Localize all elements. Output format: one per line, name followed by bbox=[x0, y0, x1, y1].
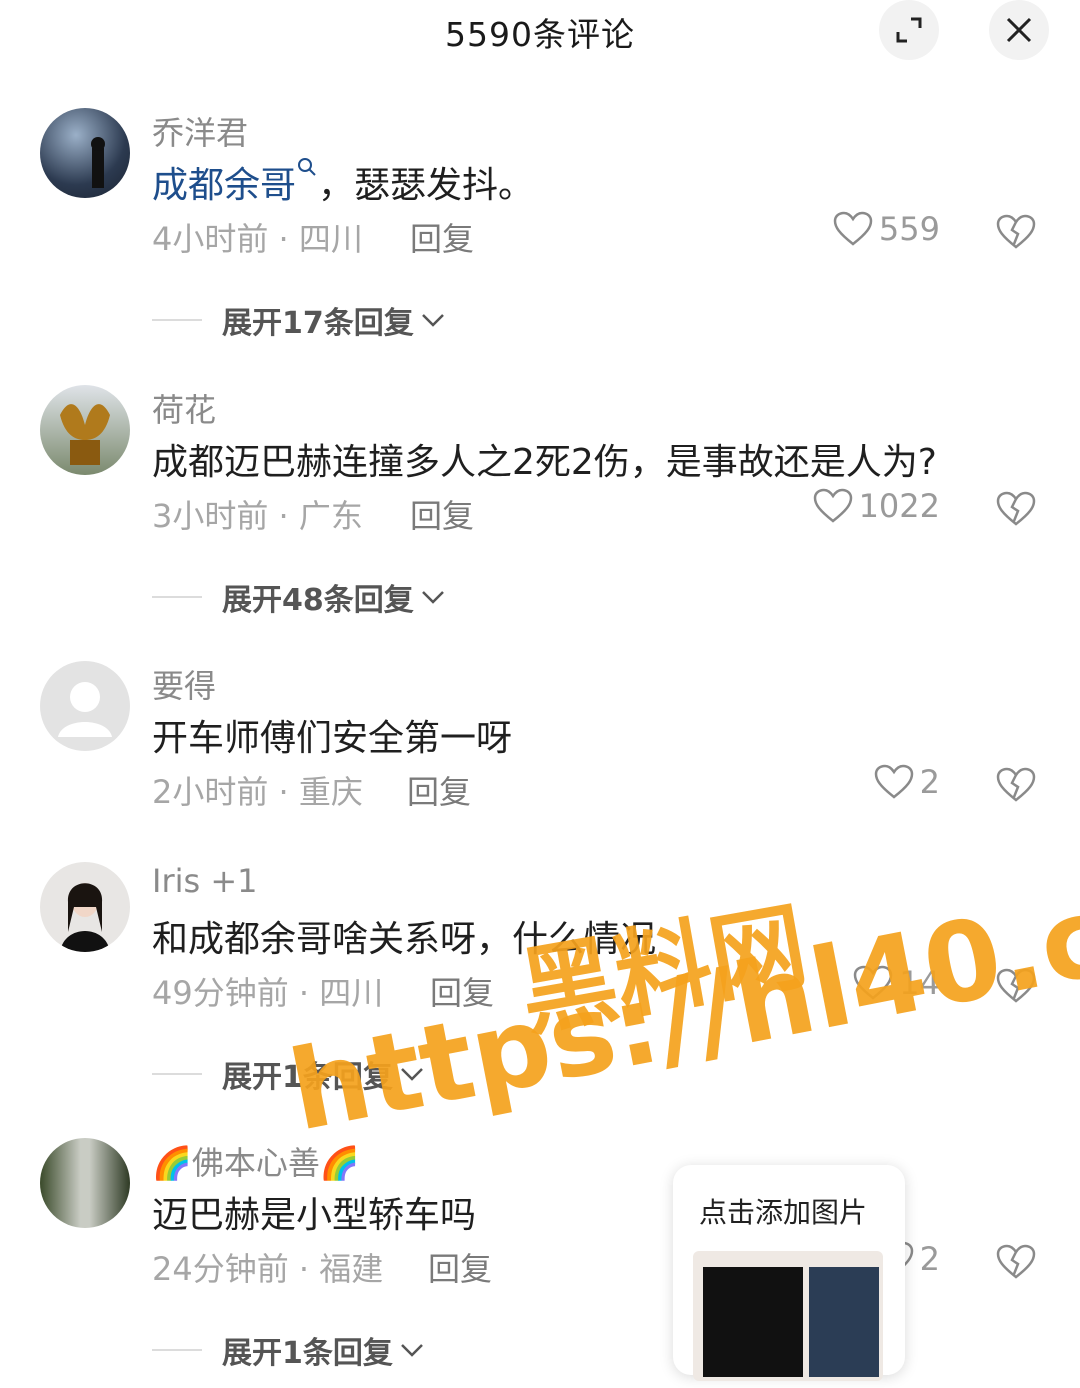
like-count: 2 bbox=[919, 1240, 940, 1278]
add-image-label: 点击添加图片 bbox=[699, 1196, 868, 1229]
close-icon bbox=[1006, 17, 1032, 43]
heart-icon bbox=[833, 211, 873, 246]
comment-time-location: 4小时前 · 四川 bbox=[152, 220, 363, 258]
image-thumbnail[interactable] bbox=[693, 1251, 883, 1381]
divider bbox=[152, 1349, 202, 1351]
chevron-down-icon bbox=[421, 314, 444, 327]
avatar[interactable] bbox=[40, 1138, 130, 1228]
broken-heart-icon[interactable] bbox=[996, 214, 1036, 250]
default-user-icon bbox=[58, 682, 112, 737]
expand-replies[interactable]: 展开48条回复 bbox=[152, 575, 446, 619]
avatar[interactable] bbox=[40, 862, 130, 952]
comment-text: 成都余哥 ，瑟瑟发抖。 bbox=[152, 156, 534, 208]
reply-button[interactable]: 回复 bbox=[410, 491, 474, 537]
reply-button[interactable]: 回复 bbox=[410, 214, 474, 260]
avatar[interactable] bbox=[40, 661, 130, 751]
comment-time-location: 3小时前 · 广东 bbox=[152, 497, 363, 535]
avatar[interactable] bbox=[40, 385, 130, 475]
add-image-popup[interactable]: 点击添加图片 bbox=[673, 1165, 905, 1381]
like-count: 2 bbox=[919, 763, 940, 801]
chevron-down-icon bbox=[421, 591, 444, 604]
comment-username[interactable]: 荷花 bbox=[152, 385, 216, 431]
avatar[interactable] bbox=[40, 108, 130, 198]
mention-link[interactable]: 成都余哥 bbox=[152, 165, 296, 206]
reply-button[interactable]: 回复 bbox=[407, 767, 471, 813]
comment-time-location: 2小时前 · 重庆 bbox=[152, 773, 363, 811]
heart-icon bbox=[874, 764, 913, 799]
broken-heart-icon[interactable] bbox=[996, 491, 1036, 527]
comment-item: 🌈佛本心善🌈 迈巴赫是小型轿车吗 24分钟前 · 福建 回复 2 展开1条回复 bbox=[0, 1138, 1080, 1388]
comment-time-location: 24分钟前 · 福建 bbox=[152, 1250, 384, 1288]
search-icon bbox=[298, 158, 316, 176]
expand-icon bbox=[896, 17, 922, 43]
broken-heart-icon[interactable] bbox=[996, 1244, 1036, 1280]
divider bbox=[152, 596, 202, 598]
broken-heart-icon[interactable] bbox=[996, 767, 1036, 803]
expand-replies[interactable]: 展开17条回复 bbox=[152, 298, 446, 342]
like-button[interactable]: 1022 bbox=[813, 487, 940, 525]
comment-text: 迈巴赫是小型轿车吗 bbox=[152, 1195, 477, 1236]
chevron-down-icon bbox=[400, 1344, 423, 1357]
comment-username[interactable]: 乔洋君 bbox=[152, 108, 248, 154]
reply-button[interactable]: 回复 bbox=[428, 1244, 492, 1290]
comment-text: 成都迈巴赫连撞多人之2死2伤，是事故还是人为? bbox=[152, 442, 937, 483]
divider bbox=[152, 1073, 202, 1075]
heart-icon bbox=[813, 488, 852, 523]
comment-item: 荷花 成都迈巴赫连撞多人之2死2伤，是事故还是人为? 3小时前 · 广东 回复 … bbox=[0, 385, 1080, 635]
close-button[interactable] bbox=[989, 0, 1049, 60]
comment-username[interactable]: 要得 bbox=[152, 661, 216, 707]
fullscreen-button[interactable] bbox=[879, 0, 939, 60]
like-count: 559 bbox=[878, 210, 940, 248]
like-count: 1022 bbox=[858, 487, 940, 525]
divider bbox=[152, 319, 202, 321]
comment-text: 开车师傅们安全第一呀 bbox=[152, 718, 513, 759]
comment-time-location: 49分钟前 · 四川 bbox=[152, 974, 384, 1012]
comment-username[interactable]: Iris +1 bbox=[152, 862, 258, 900]
like-button[interactable]: 559 bbox=[833, 210, 940, 248]
comment-item: 乔洋君 成都余哥 ，瑟瑟发抖。 4小时前 · 四川 回复 559 展开17条回复 bbox=[0, 108, 1080, 358]
like-button[interactable]: 2 bbox=[874, 763, 940, 801]
expand-replies[interactable]: 展开1条回复 bbox=[152, 1328, 425, 1372]
